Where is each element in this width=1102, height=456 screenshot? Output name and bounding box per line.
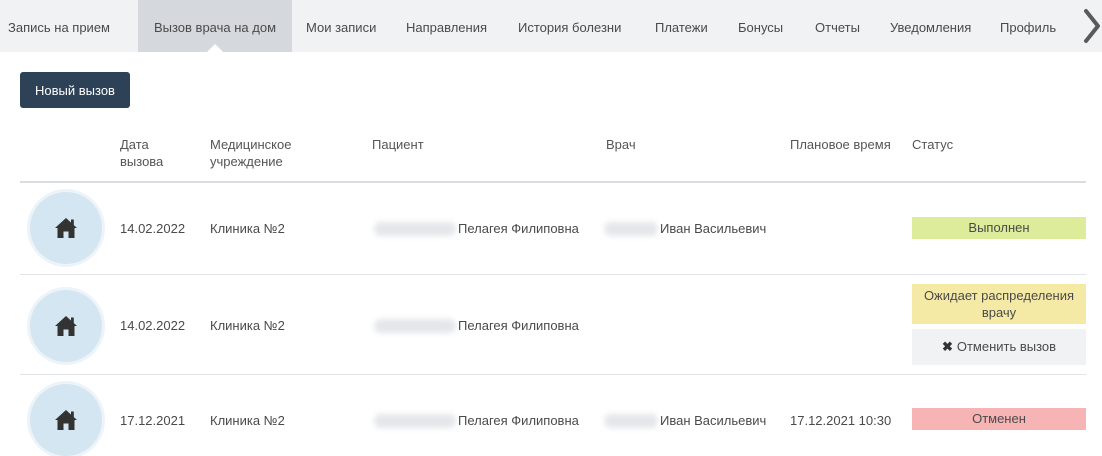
status-badge: Отменен bbox=[912, 408, 1086, 430]
home-icon bbox=[30, 290, 102, 362]
new-call-button[interactable]: Новый вызов bbox=[20, 72, 130, 108]
patient-surname-redacted bbox=[374, 319, 456, 333]
cancel-call-label: Отменить вызов bbox=[956, 339, 1057, 354]
column-header-status: Статус bbox=[912, 137, 954, 152]
nav-item-bonuses[interactable]: Бонусы bbox=[738, 0, 783, 52]
doctor-surname-redacted bbox=[604, 414, 658, 428]
home-icon bbox=[30, 192, 102, 264]
nav-item-profile[interactable]: Профиль bbox=[1000, 0, 1056, 52]
planned-time: 17.12.2021 10:30 bbox=[790, 413, 892, 428]
nav-item-referrals[interactable]: Направления bbox=[406, 0, 487, 52]
patient-surname-redacted bbox=[374, 222, 456, 236]
doctor-name: Иван Васильевич bbox=[660, 413, 767, 428]
chevron-right-icon[interactable] bbox=[1082, 8, 1102, 44]
row-divider bbox=[20, 374, 1086, 375]
main-nav: Запись на прием Вызов врача на дом Мои з… bbox=[0, 0, 1102, 53]
nav-item-my-records[interactable]: Мои записи bbox=[306, 0, 376, 52]
clinic-name: Клиника №2 bbox=[210, 413, 285, 428]
column-header-planned-time: Плановое время bbox=[790, 137, 891, 152]
status-badge: Выполнен bbox=[912, 217, 1086, 239]
doctor-surname-redacted bbox=[604, 222, 658, 236]
call-date: 14.02.2022 bbox=[120, 318, 186, 333]
nav-item-reports[interactable]: Отчеты bbox=[815, 0, 860, 52]
call-date: 14.02.2022 bbox=[120, 221, 186, 236]
home-icon bbox=[30, 384, 102, 456]
call-date: 17.12.2021 bbox=[120, 413, 186, 428]
column-header-date: Дата вызова bbox=[120, 137, 164, 169]
clinic-name: Клиника №2 bbox=[210, 221, 285, 236]
nav-item-appointment[interactable]: Запись на прием bbox=[8, 0, 110, 52]
column-header-clinic: Медицинское учреждение bbox=[210, 137, 292, 169]
clinic-name: Клиника №2 bbox=[210, 318, 285, 333]
patient-name: Пелагея Филиповна bbox=[458, 221, 579, 236]
doctor-name: Иван Васильевич bbox=[660, 221, 767, 236]
nav-item-payments[interactable]: Платежи bbox=[655, 0, 708, 52]
x-icon: ✖ bbox=[941, 339, 953, 354]
nav-item-medical-history[interactable]: История болезни bbox=[518, 0, 621, 52]
nav-item-home-call[interactable]: Вызов врача на дом bbox=[138, 0, 292, 53]
row-divider bbox=[20, 274, 1086, 275]
cancel-call-button[interactable]: ✖ Отменить вызов bbox=[912, 329, 1086, 365]
patient-name: Пелагея Филиповна bbox=[458, 318, 579, 333]
header-divider bbox=[20, 181, 1086, 183]
patient-surname-redacted bbox=[374, 414, 456, 428]
patient-name: Пелагея Филиповна bbox=[458, 413, 579, 428]
status-badge: Ожидает распределения врачу bbox=[912, 284, 1086, 324]
nav-item-notifications[interactable]: Уведомления bbox=[890, 0, 971, 52]
column-header-doctor: Врач bbox=[606, 137, 636, 152]
column-header-patient: Пациент bbox=[372, 137, 424, 152]
